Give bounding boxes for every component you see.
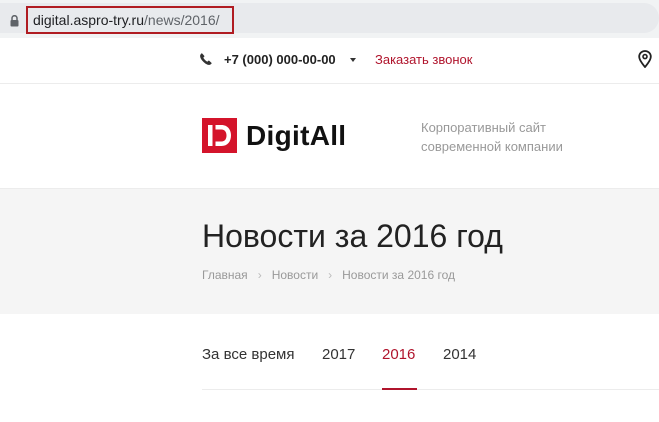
breadcrumb-current: Новости за 2016 год: [342, 268, 455, 282]
site-topbar: +7 (000) 000-00-00 Заказать звонок: [0, 38, 659, 84]
phone-icon: [200, 53, 212, 65]
digitall-logo-icon[interactable]: [202, 118, 237, 153]
tab-all-time[interactable]: За все время: [202, 345, 294, 365]
page-title-band: Новости за 2016 год Главная › Новости › …: [0, 188, 659, 314]
slogan-line: современной компании: [421, 139, 563, 154]
breadcrumb: Главная › Новости › Новости за 2016 год: [202, 268, 455, 282]
url-text[interactable]: digital.aspro-try.ru/news/2016/: [26, 6, 234, 34]
breadcrumb-separator-icon: ›: [257, 268, 262, 282]
map-pin-icon[interactable]: [638, 50, 652, 68]
slogan-line: Корпоративный сайт: [421, 120, 546, 135]
callback-link[interactable]: Заказать звонок: [375, 52, 472, 67]
page-title: Новости за 2016 год: [202, 218, 503, 254]
tab-2014[interactable]: 2014: [443, 345, 476, 365]
browser-toolbar: digital.aspro-try.ru/news/2016/: [0, 0, 659, 38]
tab-2016[interactable]: 2016: [382, 345, 415, 365]
breadcrumb-news[interactable]: Новости: [272, 268, 318, 282]
slogan: Корпоративный сайт современной компании: [421, 118, 621, 156]
url-path: /news/2016/: [144, 12, 220, 28]
lock-icon[interactable]: [10, 15, 19, 27]
phone-number[interactable]: +7 (000) 000-00-00: [224, 52, 336, 67]
site-header: DigitAll Корпоративный сайт современной …: [0, 85, 659, 187]
year-tabs: За все время 2017 2016 2014: [202, 314, 659, 390]
url-host: digital.aspro-try.ru: [33, 12, 145, 28]
breadcrumb-separator-icon: ›: [328, 268, 333, 282]
logo-text[interactable]: DigitAll: [246, 120, 346, 152]
active-tab-indicator: [382, 388, 417, 390]
caret-down-icon[interactable]: [350, 58, 356, 62]
tab-2017[interactable]: 2017: [322, 345, 355, 365]
breadcrumb-home[interactable]: Главная: [202, 268, 248, 282]
